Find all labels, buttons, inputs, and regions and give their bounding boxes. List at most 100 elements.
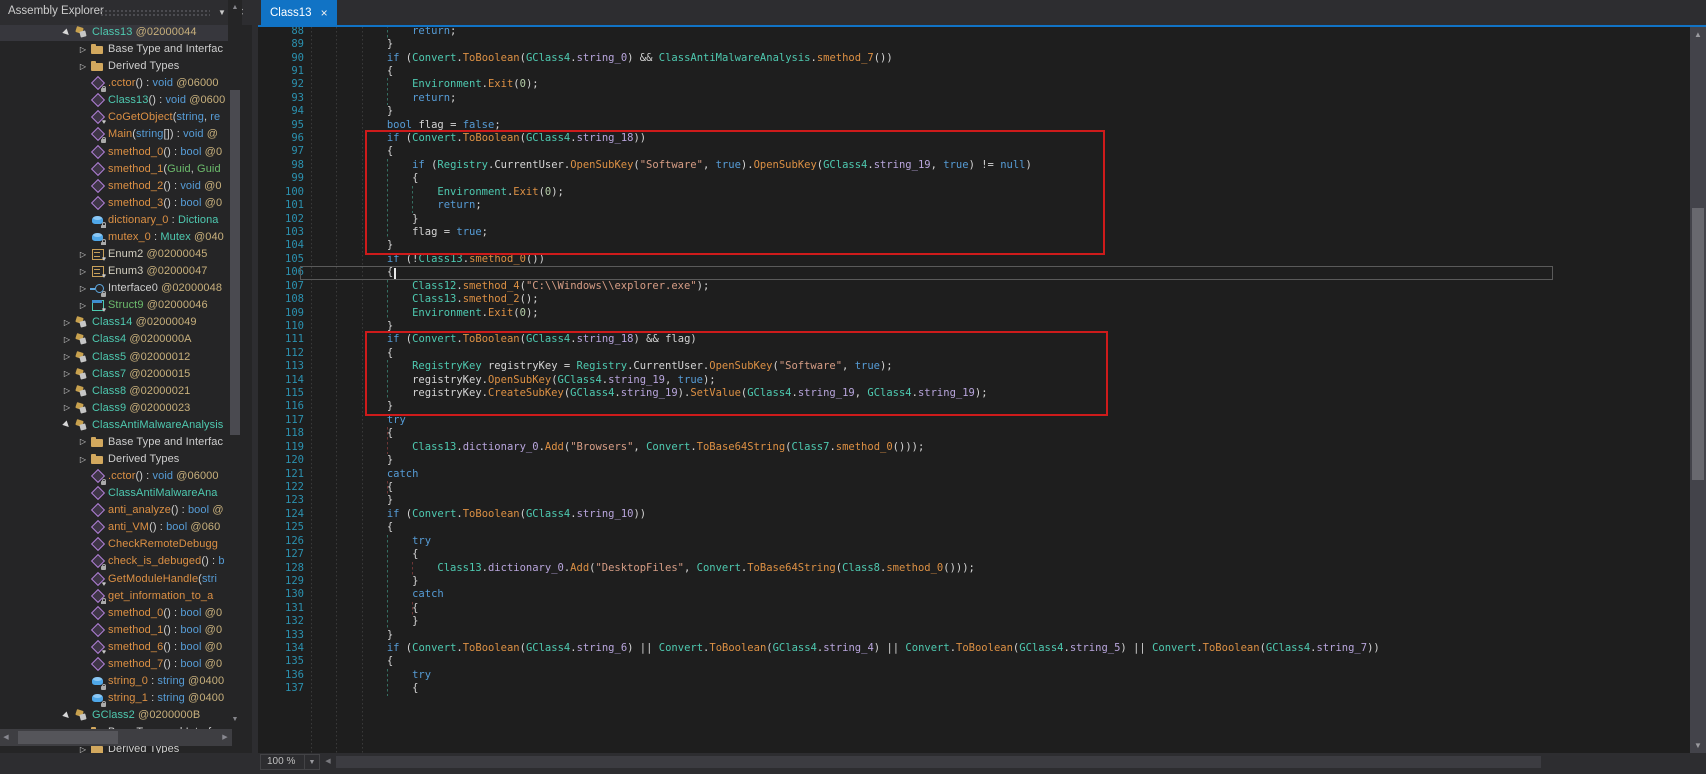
scroll-up-icon[interactable]: ▲ [228, 2, 242, 14]
expander-icon[interactable]: ▶ [59, 707, 75, 723]
code-line[interactable]: if (Convert.ToBoolean(GClass4.string_18)… [311, 132, 646, 145]
scroll-left-icon[interactable]: ◀ [322, 753, 334, 771]
expander-icon[interactable]: ▷ [60, 386, 74, 395]
code-line[interactable]: } [311, 615, 418, 628]
code-line[interactable]: } [311, 38, 393, 51]
code-line[interactable]: if (Convert.ToBoolean(GClass4.string_0) … [311, 52, 893, 65]
code-line[interactable]: RegistryKey registryKey = Registry.Curre… [311, 360, 893, 373]
expander-icon[interactable]: ▷ [76, 267, 90, 276]
expander-icon[interactable]: ▷ [60, 335, 74, 344]
code-line[interactable]: registryKey.CreateSubKey(GClass4.string_… [311, 387, 987, 400]
scroll-down-icon[interactable]: ▼ [1690, 739, 1706, 752]
tree-item[interactable]: ▷ Class14 @02000049 [0, 314, 228, 331]
tree-horizontal-scrollbar[interactable]: ◀ ▶ [0, 729, 232, 746]
tree-item[interactable]: ▷ Base Type and Interfac [0, 433, 228, 450]
code-line[interactable]: Class12.smethod_4("C:\\Windows\\explorer… [311, 280, 709, 293]
tree-item[interactable]: smethod_1() : bool @0 [0, 621, 228, 638]
tree-item[interactable]: get_information_to_a [0, 587, 228, 605]
expander-icon[interactable]: ▷ [76, 62, 90, 71]
code-line[interactable]: { [311, 427, 393, 440]
code-line[interactable]: if (Convert.ToBoolean(GClass4.string_6) … [311, 642, 1380, 655]
tree-item[interactable]: string_1 : string @0400 [0, 690, 228, 707]
code-line[interactable]: try [311, 414, 406, 427]
scroll-right-icon[interactable]: ▶ [219, 729, 231, 746]
code-line[interactable]: } [311, 239, 393, 252]
code-line[interactable]: Environment.Exit(0); [311, 186, 563, 199]
code-line[interactable]: if (Convert.ToBoolean(GClass4.string_10)… [311, 508, 646, 521]
code-line[interactable]: Environment.Exit(0); [311, 78, 538, 91]
tree-item[interactable]: smethod_0() : bool @0 [0, 604, 228, 621]
code-line[interactable]: try [311, 669, 431, 682]
expander-icon[interactable]: ▷ [76, 745, 90, 753]
tree-hscroll-thumb[interactable] [18, 731, 118, 744]
tab-class13[interactable]: Class13 × [261, 0, 337, 25]
code-line[interactable]: } [311, 320, 393, 333]
code-line[interactable]: } [311, 575, 418, 588]
code-line[interactable]: { [311, 548, 418, 561]
expander-icon[interactable]: ▷ [60, 403, 74, 412]
code-line[interactable]: Environment.Exit(0); [311, 307, 538, 320]
code-line[interactable]: } [311, 213, 418, 226]
code-line[interactable]: if (Convert.ToBoolean(GClass4.string_18)… [311, 333, 697, 346]
scroll-down-icon[interactable]: ▼ [228, 714, 242, 726]
tree-item[interactable]: ▶ Class13 @02000044 [0, 25, 228, 41]
tree-item[interactable]: anti_VM() : bool @060 [0, 519, 228, 536]
expander-icon[interactable]: ▷ [76, 284, 90, 293]
code-line[interactable]: } [311, 105, 393, 118]
code-line[interactable]: return; [311, 92, 456, 105]
tree-item[interactable]: check_is_debuged() : b [0, 553, 228, 570]
code-line[interactable]: { [311, 145, 393, 158]
scroll-up-icon[interactable]: ▲ [1690, 28, 1706, 41]
tree-item[interactable]: ▷ ♥ Struct9 @02000046 [0, 297, 228, 314]
scroll-left-icon[interactable]: ◀ [0, 729, 12, 746]
tree-vscroll-thumb[interactable] [230, 90, 240, 435]
code-line[interactable]: Class13.dictionary_0.Add("Browsers", Con… [311, 441, 924, 454]
expander-icon[interactable]: ▷ [76, 45, 90, 54]
tree-item[interactable]: smethod_2() : void @0 [0, 177, 228, 194]
expander-icon[interactable]: ▶ [59, 25, 75, 40]
tree-item[interactable]: Main(string[]) : void @ [0, 126, 228, 143]
code-line[interactable]: return; [311, 27, 456, 38]
tab-close-icon[interactable]: × [321, 7, 328, 19]
code-line[interactable]: if (!Class13.smethod_0()) [311, 253, 545, 266]
expander-icon[interactable]: ▷ [76, 301, 90, 310]
tree-item[interactable]: ▷ ♥ Enum2 @02000045 [0, 246, 228, 263]
code-editor[interactable]: 88 return; 89} 90 if (Convert.ToBoolean(GCla… [258, 27, 1690, 753]
tree-item[interactable]: .cctor() : void @06000 [0, 468, 228, 485]
code-line[interactable]: { [311, 602, 418, 615]
editor-hscroll-thumb[interactable] [336, 756, 1541, 768]
tree-item[interactable]: ▷ Class5 @02000012 [0, 348, 228, 365]
editor-vscroll-thumb[interactable] [1692, 208, 1704, 480]
tree-item[interactable]: ▷ Base Type and Interfac [0, 41, 228, 58]
tree-item[interactable]: ▷ ♥ Enum3 @02000047 [0, 263, 228, 280]
tree-item[interactable]: ▶ GClass2 @0200000B [0, 707, 228, 724]
code-line[interactable]: { [311, 682, 418, 695]
expander-icon[interactable]: ▷ [60, 318, 74, 327]
expander-icon[interactable]: ▷ [60, 369, 74, 378]
tree-item[interactable]: ♥ CoGetObject(string, re [0, 109, 228, 126]
tree-item[interactable]: Class13() : void @0600 [0, 92, 228, 109]
tree-item[interactable]: .cctor() : void @06000 [0, 75, 228, 92]
code-line[interactable]: try [311, 535, 431, 548]
code-line[interactable]: catch [311, 588, 444, 601]
tree-item[interactable]: smethod_3() : bool @0 [0, 194, 228, 211]
tree-item[interactable]: smethod_1(Guid, Guid [0, 160, 228, 177]
code-line[interactable]: Class13.smethod_2(); [311, 293, 538, 306]
tree-item[interactable]: smethod_7() : bool @0 [0, 655, 228, 672]
code-line[interactable]: catch [311, 468, 419, 481]
expander-icon[interactable]: ▷ [76, 455, 90, 464]
expander-icon[interactable]: ▷ [76, 250, 90, 259]
tree-item[interactable]: ▷ Class8 @02000021 [0, 382, 228, 399]
code-line[interactable]: { [311, 521, 393, 534]
tree-vertical-scrollbar[interactable]: ▲ ▼ [228, 0, 242, 728]
code-line[interactable]: Class13.dictionary_0.Add("DesktopFiles",… [311, 562, 974, 575]
tree-item[interactable]: smethod_0() : bool @0 [0, 143, 228, 160]
code-line[interactable]: bool flag = false; [311, 119, 501, 132]
code-line[interactable]: { [311, 347, 393, 360]
code-line[interactable]: } [311, 400, 393, 413]
tree-item[interactable]: ▷ Class7 @02000015 [0, 365, 228, 382]
expander-icon[interactable]: ▷ [76, 437, 90, 446]
tree-item[interactable]: dictionary_0 : Dictiona [0, 211, 228, 229]
zoom-dropdown-icon[interactable]: ▼ [305, 754, 320, 770]
code-line[interactable]: return; [311, 199, 481, 212]
